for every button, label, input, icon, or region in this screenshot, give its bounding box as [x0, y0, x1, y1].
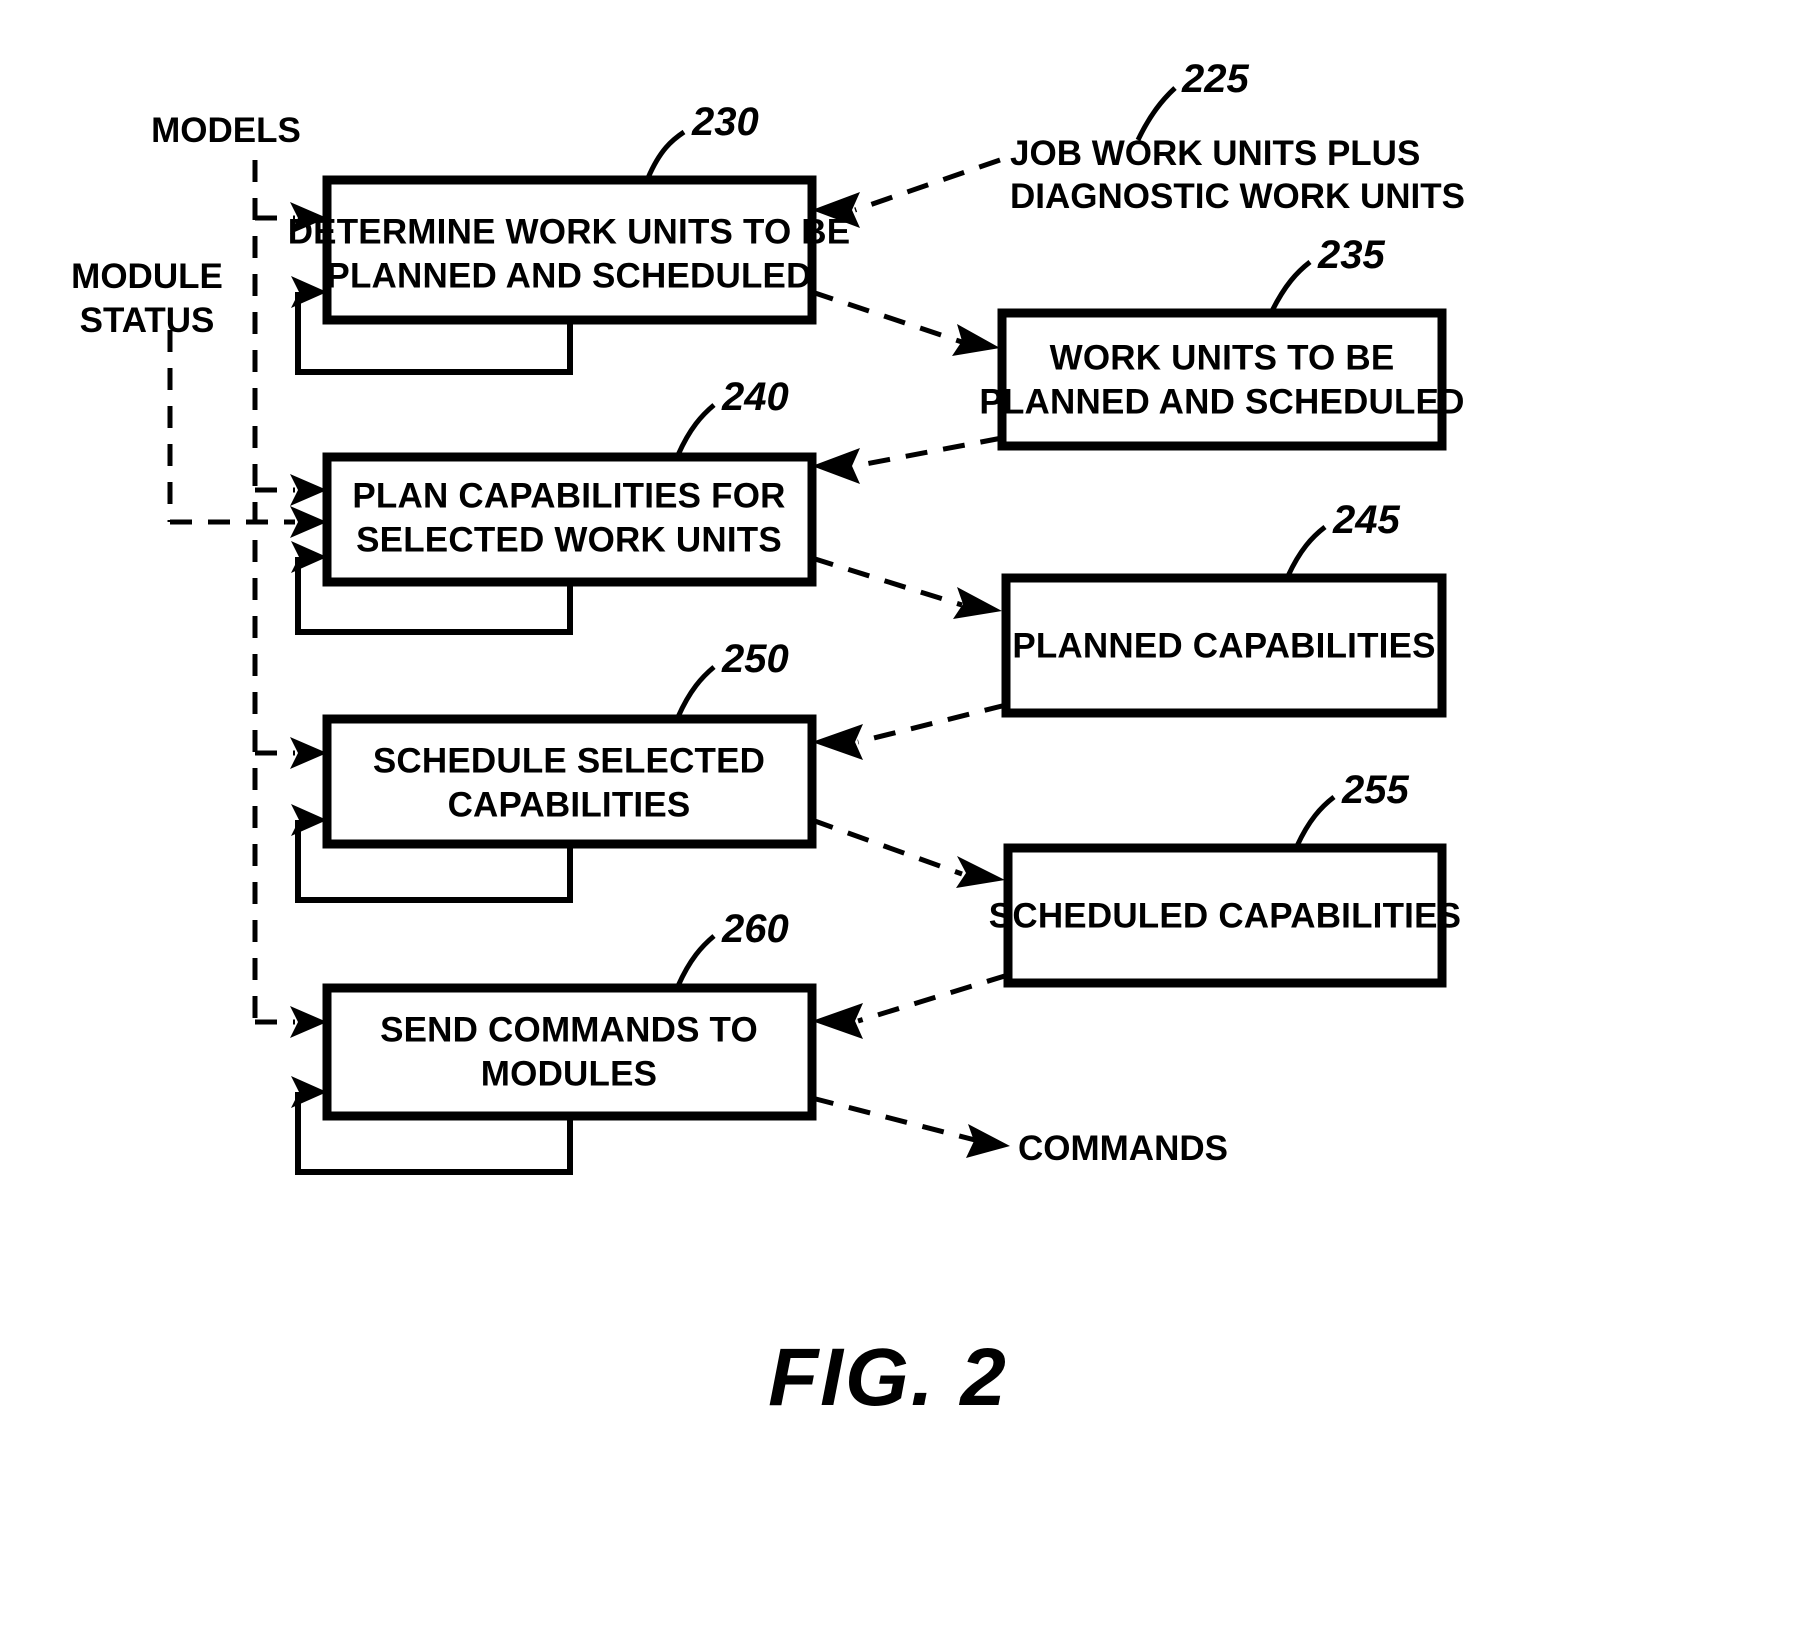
module-status-label-line1: MODULE [71, 257, 223, 296]
arrow-240-to-245 [811, 555, 1002, 619]
leader-250 [675, 665, 716, 719]
patent-figure: MODELS MODULE STATUS DETERMINE WORK UNIT… [0, 0, 1794, 1633]
arrow-models-to-260 [255, 1006, 327, 1038]
leader-245 [1285, 525, 1327, 578]
leader-225 [1135, 86, 1177, 142]
leader-255 [1294, 795, 1336, 848]
flow-diagram-canvas: MODELS MODULE STATUS DETERMINE WORK UNIT… [71, 57, 1465, 1423]
leader-235 [1269, 260, 1312, 313]
input-label-225-line2: DIAGNOSTIC WORK UNITS [1010, 177, 1465, 216]
process-box-250 [322, 714, 817, 849]
arrow-260-to-commands [811, 1095, 1010, 1158]
leader-230 [645, 129, 686, 179]
process-box-250-line2: CAPABILITIES [448, 785, 691, 824]
process-box-250-line1: SCHEDULE SELECTED [373, 741, 765, 780]
process-box-260 [322, 983, 817, 1121]
leader-240 [675, 403, 716, 457]
ref-number-230: 230 [691, 100, 759, 144]
data-box-235-line1: WORK UNITS TO BE [1050, 338, 1395, 377]
ref-number-250: 250 [721, 637, 789, 681]
ref-number-240: 240 [721, 375, 789, 419]
arrow-module-status-to-240 [170, 506, 327, 538]
arrow-models-to-240 [255, 474, 327, 506]
process-box-230-line2: PLANNED AND SCHEDULED [326, 256, 811, 295]
process-box-240-line1: PLAN CAPABILITIES FOR [352, 476, 785, 515]
input-label-225-line1: JOB WORK UNITS PLUS [1010, 134, 1420, 173]
process-box-240-line2: SELECTED WORK UNITS [356, 520, 782, 559]
models-label: MODELS [151, 111, 301, 150]
process-box-230-line1: DETERMINE WORK UNITS TO BE [288, 212, 851, 251]
arrow-255-to-260 [812, 972, 1009, 1039]
ref-number-260: 260 [721, 907, 789, 951]
data-box-255-line1: SCHEDULED CAPABILITIES [989, 896, 1461, 935]
arrow-225-to-230 [812, 157, 1001, 228]
ref-number-245: 245 [1332, 498, 1400, 542]
module-status-label-line2: STATUS [80, 301, 215, 340]
data-box-245-line1: PLANNED CAPABILITIES [1012, 626, 1435, 665]
process-box-260-line1: SEND COMMANDS TO [380, 1010, 758, 1049]
leader-260 [675, 934, 716, 988]
data-box-235 [997, 308, 1447, 451]
arrow-250-to-255 [811, 817, 1005, 888]
process-box-260-line2: MODULES [481, 1054, 657, 1093]
figure-caption: FIG. 2 [768, 1332, 1008, 1423]
arrow-245-to-250 [812, 702, 1007, 760]
ref-number-225: 225 [1181, 57, 1249, 101]
ref-number-255: 255 [1341, 768, 1409, 812]
arrow-models-to-250 [255, 737, 327, 769]
data-box-235-line2: PLANNED AND SCHEDULED [979, 382, 1464, 421]
arrow-230-to-235 [811, 289, 1000, 356]
ref-number-235: 235 [1317, 233, 1385, 277]
commands-output-label: COMMANDS [1018, 1129, 1228, 1168]
arrow-235-to-240 [812, 435, 1003, 484]
